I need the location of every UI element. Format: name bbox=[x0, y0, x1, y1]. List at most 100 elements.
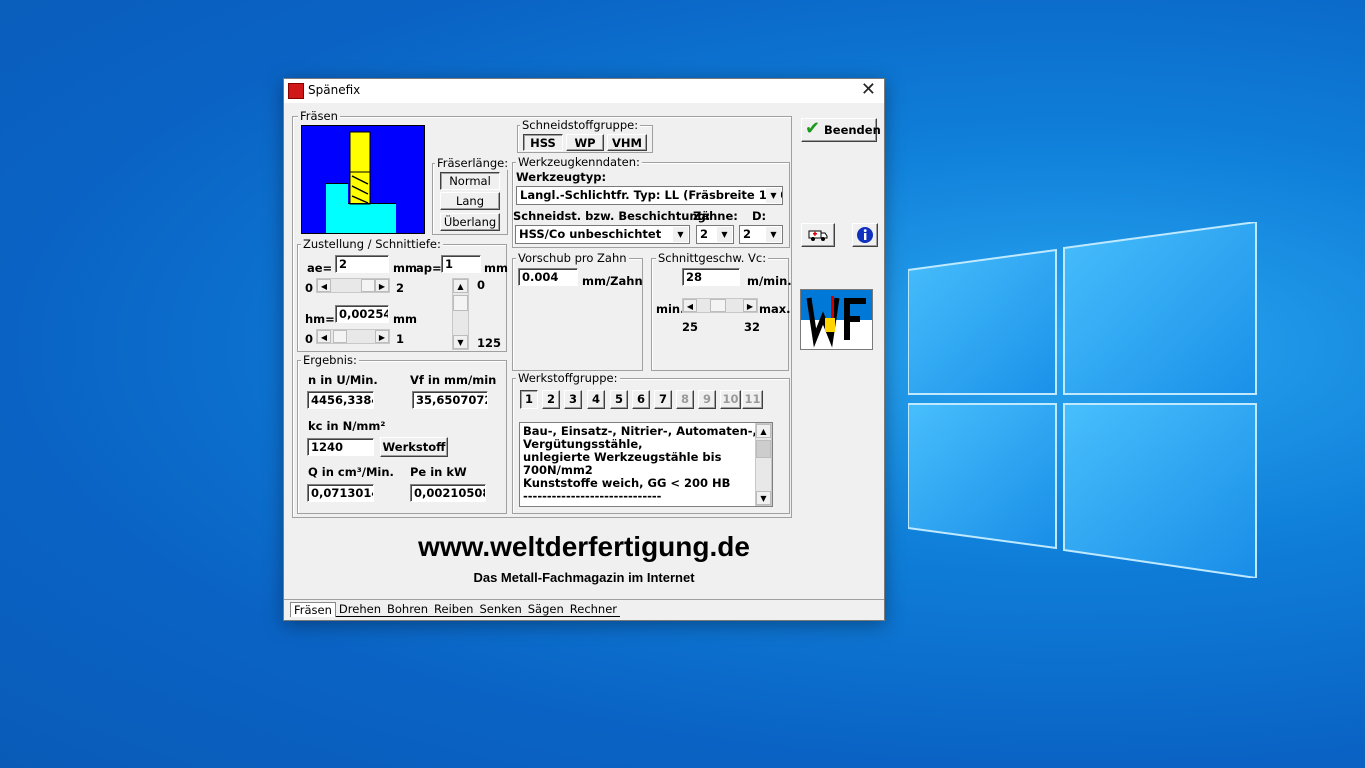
ap-min: 0 bbox=[477, 278, 486, 292]
ap-slider[interactable]: ▲ ▼ bbox=[452, 278, 469, 350]
d-label: D: bbox=[752, 209, 767, 223]
chevron-down-icon[interactable]: ▼ bbox=[756, 491, 771, 505]
werkzeugtyp-value: Langl.-Schlichtfr. Typ: LL (Fräsbreite 1… bbox=[520, 188, 783, 202]
arrow-down-icon[interactable]: ▼ bbox=[453, 335, 468, 349]
vc-max-value: 32 bbox=[744, 320, 761, 334]
zaehne-label: Zähne: bbox=[693, 209, 738, 223]
tab-strip: Fräsen Drehen Bohren Reiben Senken Sägen Rechn… bbox=[290, 602, 621, 617]
close-icon[interactable]: ✕ bbox=[861, 80, 876, 100]
hm-input[interactable]: 0,002540 bbox=[335, 305, 389, 323]
ueberlang-button[interactable]: Überlang bbox=[440, 213, 500, 231]
hm-label: hm= bbox=[305, 312, 335, 326]
pe-label: Pe in kW bbox=[410, 465, 467, 479]
ae-slider[interactable]: ◀ ▶ bbox=[316, 278, 390, 293]
hm-slider[interactable]: ◀ ▶ bbox=[316, 329, 390, 344]
werkstoffgruppe-button-8[interactable]: 8 bbox=[676, 390, 694, 409]
info-icon bbox=[857, 227, 873, 243]
ae-slider-thumb[interactable] bbox=[361, 279, 375, 292]
spaenefix-window: Spänefix ✕ Fräsen Fräserlänge: Normal La… bbox=[283, 78, 885, 621]
wf-logo: WF bbox=[800, 289, 873, 350]
kc-output: 1240 bbox=[307, 438, 374, 456]
chevron-down-icon[interactable]: ▼ bbox=[766, 188, 781, 203]
tab-reiben[interactable]: Reiben bbox=[431, 602, 477, 617]
description-line: ----------------------------- bbox=[523, 489, 662, 503]
hss-button[interactable]: HSS bbox=[523, 134, 563, 151]
werkstoffgruppe-button-10[interactable]: 10 bbox=[720, 390, 741, 409]
q-label: Q in cm³/Min. bbox=[308, 465, 394, 479]
window-title: Spänefix bbox=[308, 83, 361, 97]
hm-max: 1 bbox=[396, 332, 405, 346]
title-bar[interactable]: Spänefix ✕ bbox=[284, 79, 884, 103]
zustellung-title: Zustellung / Schnittiefe: bbox=[301, 237, 443, 251]
werkstoffgruppe-button-5[interactable]: 5 bbox=[610, 390, 628, 409]
arrow-left-icon[interactable]: ◀ bbox=[317, 279, 331, 292]
description-scrollbar[interactable]: ▲ ▼ bbox=[755, 423, 772, 506]
rescue-button[interactable] bbox=[801, 223, 835, 247]
tab-sägen[interactable]: Sägen bbox=[524, 602, 567, 617]
vf-label: Vf in mm/min bbox=[410, 373, 497, 387]
werkstoffgruppe-button-4[interactable]: 4 bbox=[587, 390, 605, 409]
werkstoff-description: Bau-, Einsatz-, Nitrier-, Automaten-, Ver… bbox=[519, 422, 773, 507]
vf-output: 35,65070725 bbox=[412, 391, 488, 409]
vc-input[interactable]: 28 bbox=[682, 268, 740, 286]
lang-button[interactable]: Lang bbox=[440, 192, 500, 210]
werkstoff-button[interactable]: Werkstoff bbox=[380, 437, 448, 457]
chevron-down-icon[interactable]: ▼ bbox=[717, 227, 732, 242]
ap-unit: mm bbox=[484, 261, 508, 275]
beenden-button[interactable]: ✔ Beenden bbox=[801, 118, 881, 142]
tab-drehen[interactable]: Drehen bbox=[335, 602, 384, 617]
werkstoffgruppe-button-7[interactable]: 7 bbox=[654, 390, 672, 409]
n-label: n in U/Min. bbox=[308, 373, 378, 387]
schnittgeschw-title: Schnittgeschw. Vc: bbox=[656, 251, 769, 265]
arrow-right-icon[interactable]: ▶ bbox=[375, 279, 389, 292]
vorschub-title: Vorschub pro Zahn bbox=[516, 251, 629, 265]
werkstoffgruppe-button-9[interactable]: 9 bbox=[698, 390, 716, 409]
d-select[interactable]: 2 ▼ bbox=[739, 225, 783, 244]
info-button[interactable] bbox=[852, 223, 878, 247]
tab-senken[interactable]: Senken bbox=[476, 602, 525, 617]
werkstoffgruppe-button-3[interactable]: 3 bbox=[564, 390, 582, 409]
tab-rechner[interactable]: Rechner bbox=[566, 602, 621, 617]
description-scroll-thumb[interactable] bbox=[756, 440, 771, 458]
ae-max: 2 bbox=[396, 281, 405, 295]
schneidstoff-label: Schneidst. bzw. Beschichtung: bbox=[513, 209, 711, 223]
werkstoffgruppe-button-11[interactable]: 11 bbox=[742, 390, 763, 409]
website-url[interactable]: www.weltderfertigung.de bbox=[284, 531, 884, 563]
chevron-down-icon[interactable]: ▼ bbox=[673, 227, 688, 242]
hm-min: 0 bbox=[305, 332, 314, 346]
q-output: 0,0713014 bbox=[307, 484, 374, 502]
schneidstoff-value: HSS/Co unbeschichtet bbox=[519, 227, 662, 241]
milling-illustration bbox=[301, 125, 425, 234]
kc-label: kc in N/mm² bbox=[308, 419, 386, 433]
werkstoffgruppe-button-6[interactable]: 6 bbox=[632, 390, 650, 409]
werkzeugkenndaten-title: Werkzeugkenndaten: bbox=[516, 155, 642, 169]
schneidstoffgruppe-title: Schneidstoffgruppe: bbox=[520, 118, 641, 132]
chevron-down-icon[interactable]: ▼ bbox=[766, 227, 781, 242]
vc-slider[interactable]: ◀ ▶ bbox=[682, 298, 758, 313]
hm-slider-thumb[interactable] bbox=[333, 330, 347, 343]
werkstoffgruppe-button-2[interactable]: 2 bbox=[542, 390, 560, 409]
werkstoffgruppe-title: Werkstoffgruppe: bbox=[516, 371, 620, 385]
arrow-left-icon[interactable]: ◀ bbox=[317, 330, 331, 343]
ap-slider-thumb[interactable] bbox=[453, 295, 468, 311]
wp-button[interactable]: WP bbox=[566, 134, 604, 151]
arrow-up-icon[interactable]: ▲ bbox=[453, 279, 468, 293]
vorschub-input[interactable]: 0.004 bbox=[518, 268, 578, 286]
zaehne-select[interactable]: 2 ▼ bbox=[696, 225, 734, 244]
pe-output: 0,00210508 bbox=[410, 484, 486, 502]
tab-fräsen[interactable]: Fräsen bbox=[290, 602, 336, 617]
schneidstoff-select[interactable]: HSS/Co unbeschichtet ▼ bbox=[515, 225, 690, 244]
vc-slider-thumb[interactable] bbox=[710, 299, 726, 312]
chevron-up-icon[interactable]: ▲ bbox=[756, 424, 771, 438]
ae-label: ae= bbox=[307, 261, 333, 275]
vhm-button[interactable]: VHM bbox=[607, 134, 647, 151]
arrow-left-icon[interactable]: ◀ bbox=[683, 299, 697, 312]
werkstoffgruppe-button-1[interactable]: 1 bbox=[520, 390, 538, 409]
werkzeugtyp-select[interactable]: Langl.-Schlichtfr. Typ: LL (Fräsbreite 1… bbox=[516, 186, 783, 205]
normal-button[interactable]: Normal bbox=[440, 172, 500, 190]
ae-input[interactable]: 2 bbox=[335, 255, 389, 273]
arrow-right-icon[interactable]: ▶ bbox=[375, 330, 389, 343]
arrow-right-icon[interactable]: ▶ bbox=[743, 299, 757, 312]
ap-input[interactable]: 1 bbox=[441, 255, 481, 273]
tab-bohren[interactable]: Bohren bbox=[383, 602, 432, 617]
